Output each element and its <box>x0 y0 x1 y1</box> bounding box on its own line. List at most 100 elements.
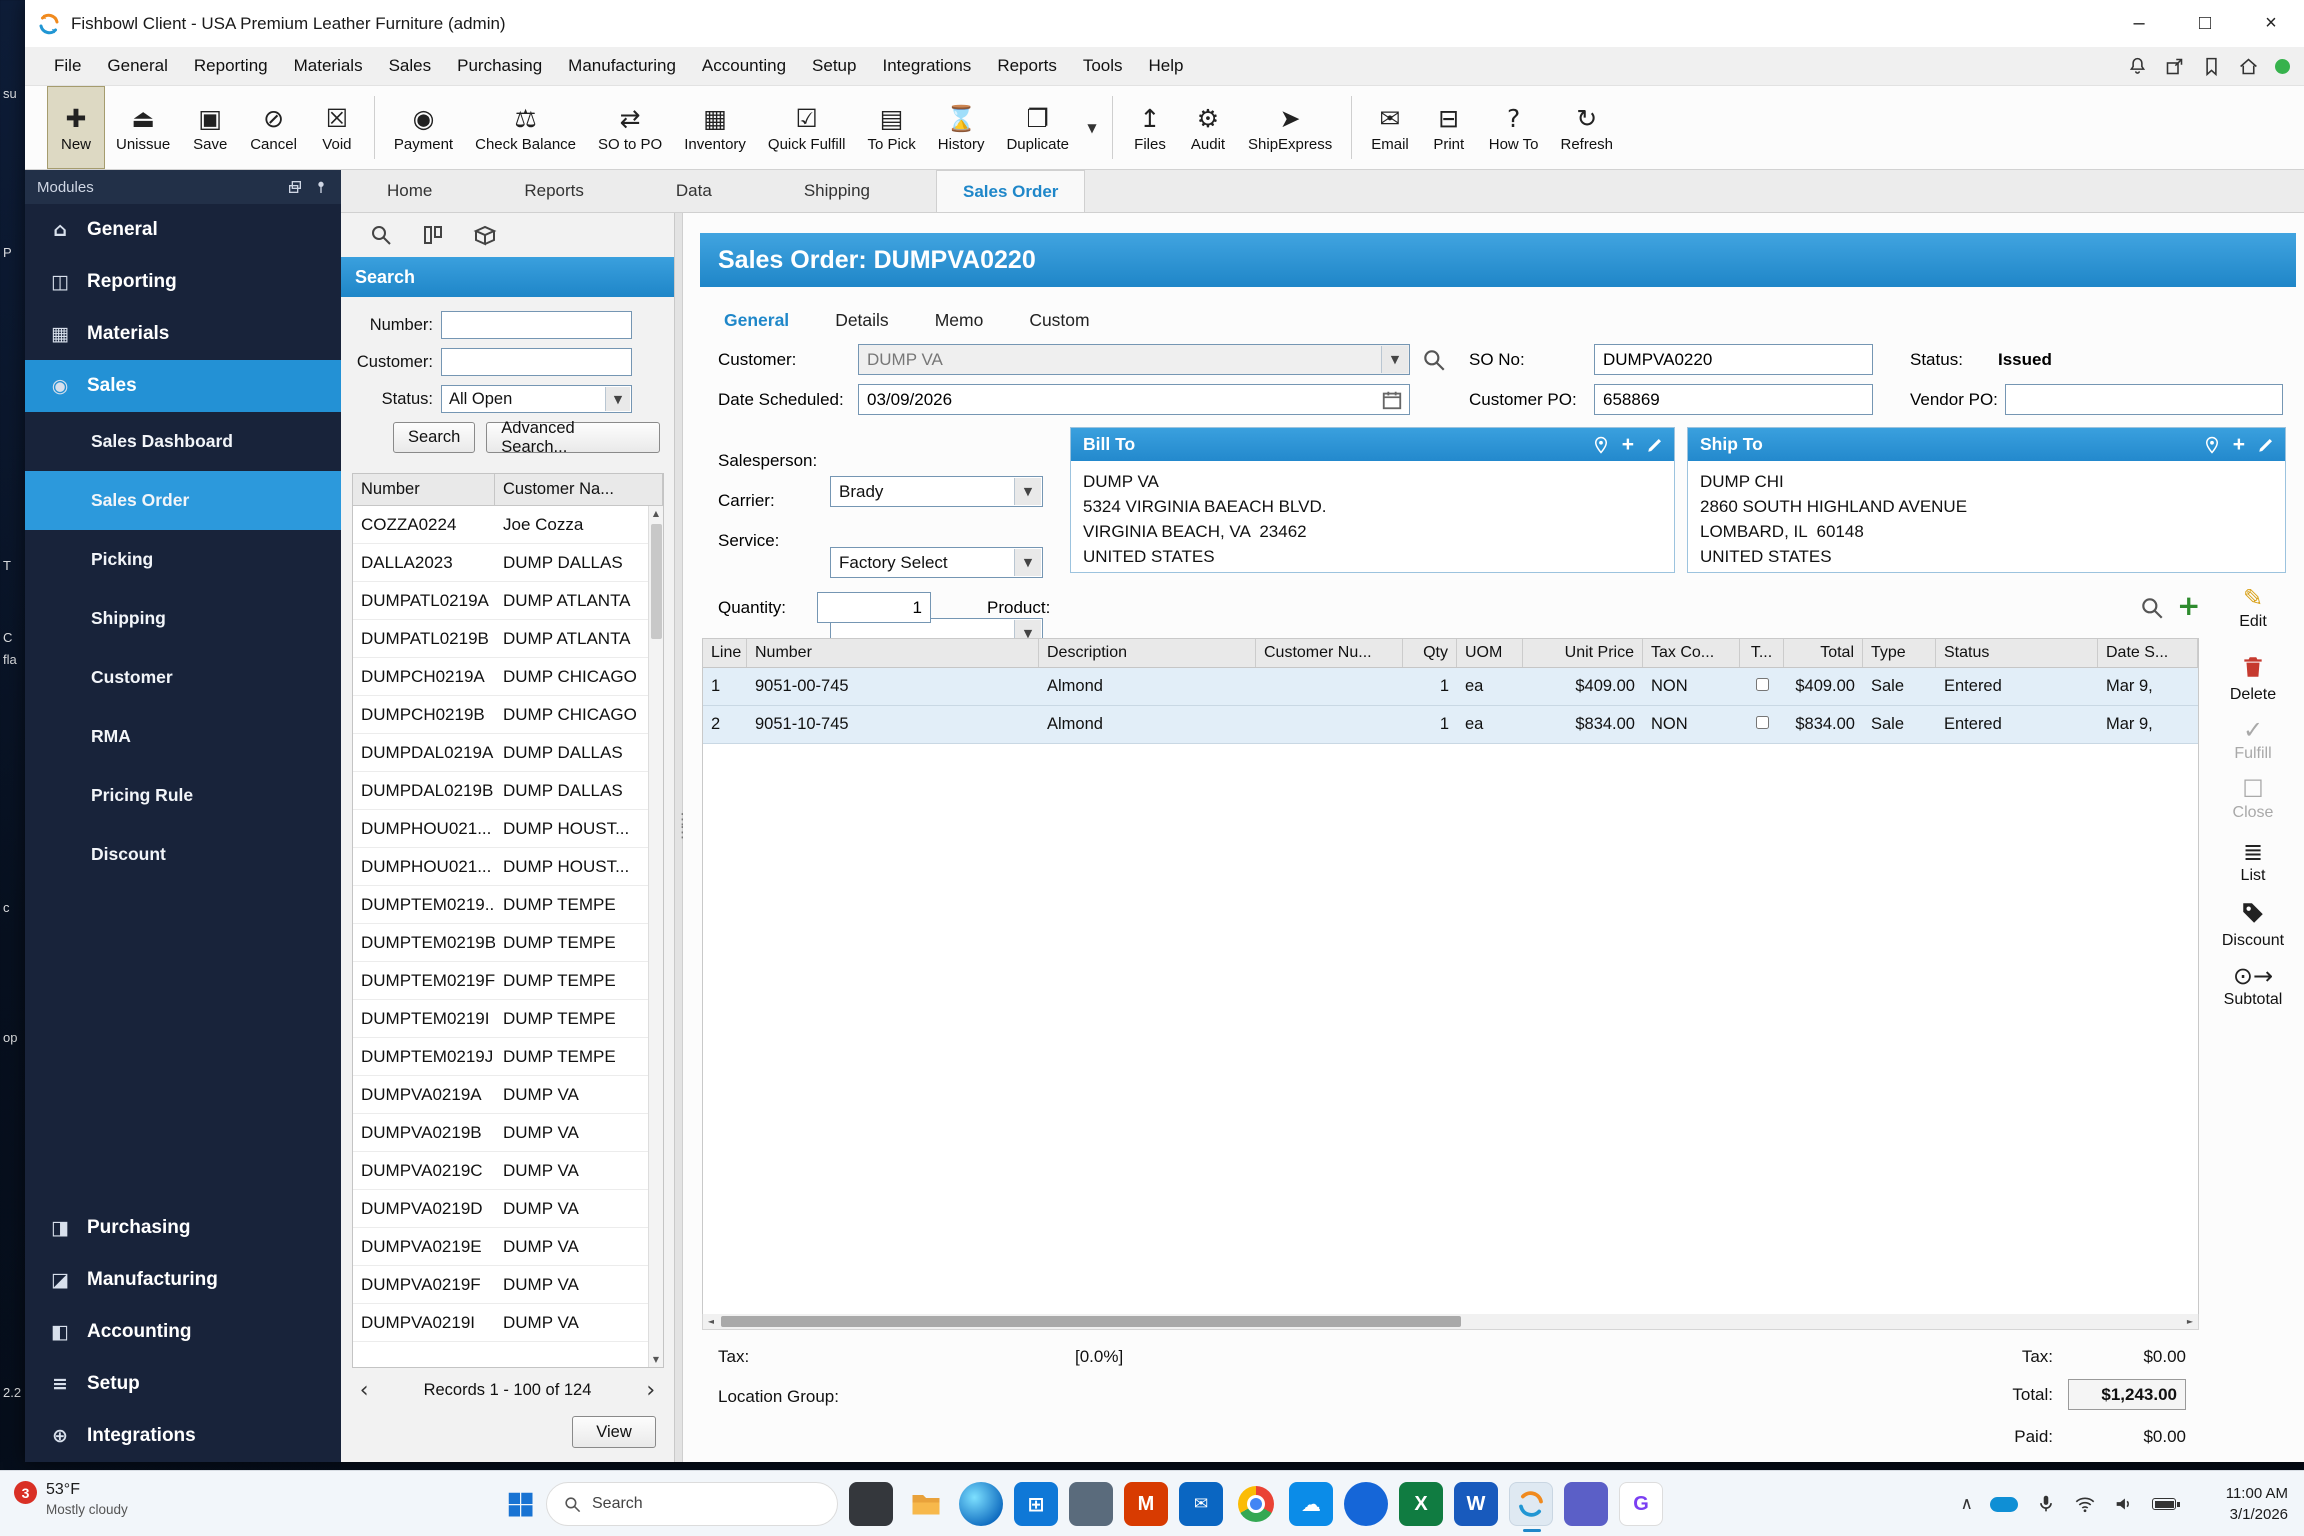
email-button[interactable]: ✉ Email <box>1360 86 1420 169</box>
sidebar-item-sales-order[interactable]: Sales Order <box>25 471 341 530</box>
col-customer-number[interactable]: Customer Nu... <box>1256 639 1403 667</box>
shipexpress-button[interactable]: ➤ ShipExpress <box>1237 86 1343 169</box>
columns-view-icon[interactable] <box>421 223 445 247</box>
edit-pencil-icon[interactable] <box>2257 436 2275 454</box>
search-result-row[interactable]: DUMPTEM0219I DUMP TEMPE <box>353 1000 648 1038</box>
col-uom[interactable]: UOM <box>1457 639 1523 667</box>
horizontal-scrollbar[interactable]: ◄ ► <box>702 1314 2199 1330</box>
order-tab-memo[interactable]: Memo <box>935 301 984 339</box>
duplicate-button[interactable]: ❐ Duplicate <box>995 86 1080 169</box>
void-button[interactable]: ☒ Void <box>308 86 366 169</box>
sidebar-item-setup[interactable]: ≡ Setup <box>25 1358 341 1410</box>
taskbar-file-explorer[interactable] <box>904 1482 948 1526</box>
advanced-search-button[interactable]: Advanced Search... <box>486 419 660 456</box>
tab-sales-order[interactable]: Sales Order <box>935 170 1086 212</box>
tab-reports[interactable]: Reports <box>498 170 610 212</box>
col-date-scheduled[interactable]: Date S... <box>2098 639 2198 667</box>
search-result-row[interactable]: DUMPVA0219I DUMP VA <box>353 1304 648 1342</box>
tray-blue-indicator-icon[interactable] <box>1990 1496 2018 1512</box>
tab-home[interactable]: Home <box>361 170 458 212</box>
fulfill-button[interactable]: ✓ Fulfill <box>2207 717 2299 763</box>
customer-po-input[interactable] <box>1594 384 1873 415</box>
search-result-row[interactable]: DUMPCH0219A DUMP CHICAGO <box>353 658 648 696</box>
search-result-row[interactable]: DUMPATL0219B DUMP ATLANTA <box>353 620 648 658</box>
taskbar-fishbowl[interactable] <box>1509 1482 1553 1532</box>
col-line[interactable]: Line <box>703 639 747 667</box>
customer-input[interactable] <box>441 348 632 376</box>
search-icon[interactable] <box>369 223 393 247</box>
microphone-icon[interactable] <box>2035 1493 2057 1515</box>
quick-fulfill-button[interactable]: ☑ Quick Fulfill <box>757 86 857 169</box>
customer-dropdown[interactable]: DUMP VA ▼ <box>858 344 1410 375</box>
status-dropdown[interactable]: All Open ▼ <box>441 385 632 413</box>
order-tab-general[interactable]: General <box>724 301 789 339</box>
search-result-row[interactable]: DUMPTEM0219B DUMP TEMPE <box>353 924 648 962</box>
inventory-button[interactable]: ▦ Inventory <box>673 86 757 169</box>
menu-materials[interactable]: Materials <box>281 47 376 85</box>
sidebar-item-manufacturing[interactable]: ◪ Manufacturing <box>25 1254 341 1306</box>
sidebar-item-sales-dashboard[interactable]: Sales Dashboard <box>25 412 341 471</box>
payment-button[interactable]: ◉ Payment <box>383 86 464 169</box>
taskbar-app-window[interactable] <box>849 1482 893 1526</box>
search-result-row[interactable]: DUMPVA0219C DUMP VA <box>353 1152 648 1190</box>
menu-help[interactable]: Help <box>1136 47 1197 85</box>
close-order-button[interactable]: ☐ Close <box>2207 776 2299 822</box>
col-taxable[interactable]: T... <box>1740 639 1784 667</box>
col-description[interactable]: Description <box>1039 639 1256 667</box>
order-item-row[interactable]: 2 9051-10-745 Almond 1 ea $834.00 NON $8… <box>703 706 2198 744</box>
edit-button[interactable]: ✎ Edit <box>2207 585 2299 631</box>
taskbar-clock[interactable]: 11:00 AM 3/1/2026 <box>2226 1483 2288 1525</box>
sidebar-item-sales[interactable]: ◉ Sales <box>25 360 341 412</box>
print-button[interactable]: ⊟ Print <box>1420 86 1478 169</box>
col-status[interactable]: Status <box>1936 639 2098 667</box>
bookmark-icon[interactable] <box>2201 56 2222 77</box>
sidebar-item-integrations[interactable]: ⊕ Integrations <box>25 1410 341 1462</box>
to-pick-button[interactable]: ▤ To Pick <box>856 86 926 169</box>
taskbar-store[interactable]: ⊞ <box>1014 1482 1058 1526</box>
discount-button[interactable]: Discount <box>2207 900 2299 950</box>
duplicate-dropdown-arrow[interactable]: ▼ <box>1080 86 1104 169</box>
open-box-icon[interactable] <box>473 223 497 247</box>
maximize-button[interactable]: □ <box>2172 0 2238 47</box>
calendar-icon[interactable] <box>1381 389 1403 411</box>
tab-shipping[interactable]: Shipping <box>778 170 896 212</box>
menu-general[interactable]: General <box>94 47 180 85</box>
product-search-icon[interactable] <box>2139 595 2165 621</box>
new-button[interactable]: ✚ New <box>47 86 105 169</box>
list-button[interactable]: ≣ List <box>2207 839 2299 885</box>
search-result-row[interactable]: DUMPVA0219F DUMP VA <box>353 1266 648 1304</box>
so-to-po-button[interactable]: ⇄ SO to PO <box>587 86 673 169</box>
share-export-icon[interactable] <box>2164 56 2185 77</box>
taxable-checkbox[interactable] <box>1755 678 1769 691</box>
sidebar-item-accounting[interactable]: ◧ Accounting <box>25 1306 341 1358</box>
audit-button[interactable]: ⚙ Audit <box>1179 86 1237 169</box>
search-result-row[interactable]: DUMPHOU021... DUMP HOUST... <box>353 848 648 886</box>
taskbar-outlook[interactable]: ✉ <box>1179 1482 1223 1526</box>
search-result-row[interactable]: DALLA2023 DUMP DALLAS <box>353 544 648 582</box>
battery-icon[interactable] <box>2152 1498 2180 1510</box>
taxable-checkbox[interactable] <box>1755 716 1769 729</box>
taskbar-gchat[interactable]: G <box>1619 1482 1663 1526</box>
vendor-po-input[interactable] <box>2005 384 2283 415</box>
subtotal-button[interactable]: ⊙→ Subtotal <box>2207 963 2299 1009</box>
column-header-number[interactable]: Number <box>353 474 495 505</box>
number-input[interactable] <box>441 311 632 339</box>
menu-reporting[interactable]: Reporting <box>181 47 281 85</box>
carrier-dropdown[interactable]: Factory Select ▼ <box>830 547 1043 578</box>
history-button[interactable]: ⌛ History <box>927 86 996 169</box>
col-unit-price[interactable]: Unit Price <box>1523 639 1643 667</box>
so-no-input[interactable] <box>1594 344 1873 375</box>
menu-purchasing[interactable]: Purchasing <box>444 47 555 85</box>
search-result-row[interactable]: DUMPVA0219D DUMP VA <box>353 1190 648 1228</box>
menu-manufacturing[interactable]: Manufacturing <box>555 47 689 85</box>
taskbar-chrome[interactable] <box>1234 1482 1278 1526</box>
check-balance-button[interactable]: ⚖ Check Balance <box>464 86 587 169</box>
scrollbar-thumb[interactable] <box>651 524 662 639</box>
quantity-input[interactable] <box>817 592 931 623</box>
add-product-icon[interactable]: + <box>2177 589 2200 622</box>
search-result-row[interactable]: DUMPVA0219B DUMP VA <box>353 1114 648 1152</box>
edit-pencil-icon[interactable] <box>1646 436 1664 454</box>
taskbar-app-gray[interactable] <box>1069 1482 1113 1526</box>
taskbar-m365[interactable]: M <box>1124 1482 1168 1526</box>
search-result-row[interactable]: COZZA0224 Joe Cozza <box>353 506 648 544</box>
